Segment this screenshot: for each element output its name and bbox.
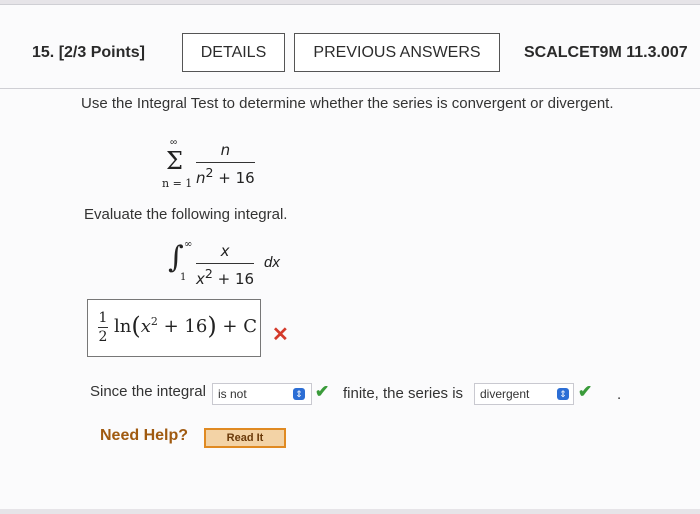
question-prompt: Use the Integral Test to determine wheth… bbox=[81, 95, 614, 112]
summation-symbol: Σ bbox=[166, 147, 183, 175]
integral-denominator: x2 + 16 bbox=[196, 266, 255, 288]
integral-expression: ∫ ∞ 1 x x2 + 16 dx bbox=[168, 238, 288, 288]
correct-check-icon: ✔ bbox=[578, 382, 593, 401]
integral-differential: dx bbox=[264, 254, 280, 271]
integral-numerator: x bbox=[220, 242, 230, 260]
integral-fraction: x x2 + 16 bbox=[196, 242, 255, 288]
series-result-value: divergent bbox=[480, 387, 530, 401]
integral-lower: 1 bbox=[180, 272, 187, 283]
question-header: 15. [2/3 Points] bbox=[32, 44, 145, 62]
previous-answers-button[interactable]: PREVIOUS ANSWERS bbox=[294, 33, 500, 72]
series-fraction: n n2 + 16 bbox=[196, 141, 255, 187]
conclusion-middle: finite, the series is bbox=[343, 385, 464, 402]
conclusion-end: . bbox=[617, 386, 622, 403]
incorrect-icon: ✕ bbox=[272, 324, 289, 346]
conclusion-lead: Since the integral bbox=[90, 383, 206, 400]
evaluate-instruction: Evaluate the following integral. bbox=[84, 206, 288, 223]
correct-check-icon: ✔ bbox=[315, 382, 330, 401]
read-it-button[interactable]: Read It bbox=[204, 428, 286, 448]
integral-upper: ∞ bbox=[184, 239, 193, 250]
select-arrows-icon: ⇕ bbox=[293, 388, 305, 400]
question-number: 15. bbox=[32, 44, 55, 61]
series-numerator: n bbox=[220, 141, 231, 159]
convergence-select-value: is not bbox=[218, 387, 247, 401]
series-denominator: n2 + 16 bbox=[196, 165, 255, 187]
convergence-select[interactable]: is not ⇕ bbox=[212, 383, 312, 405]
course-code: SCALCET9M 11.3.007 bbox=[524, 44, 688, 61]
summation-lower: n = 1 bbox=[162, 177, 193, 190]
summation-upper: ∞ bbox=[170, 137, 178, 148]
series-expression: Σ ∞ n = 1 n n2 + 16 bbox=[162, 137, 272, 195]
select-arrows-icon: ⇕ bbox=[557, 388, 569, 400]
answer-coefficient: 1 2 bbox=[98, 310, 108, 345]
header-divider bbox=[0, 88, 700, 89]
series-result-select[interactable]: divergent ⇕ bbox=[474, 383, 574, 405]
details-button[interactable]: DETAILS bbox=[182, 33, 285, 72]
answer-expression: ln(x2 + 16) + C bbox=[114, 312, 258, 340]
question-points: [2/3 Points] bbox=[58, 44, 145, 61]
need-help-label: Need Help? bbox=[100, 427, 189, 444]
answer-input[interactable]: 1 2 ln(x2 + 16) + C bbox=[87, 299, 261, 357]
